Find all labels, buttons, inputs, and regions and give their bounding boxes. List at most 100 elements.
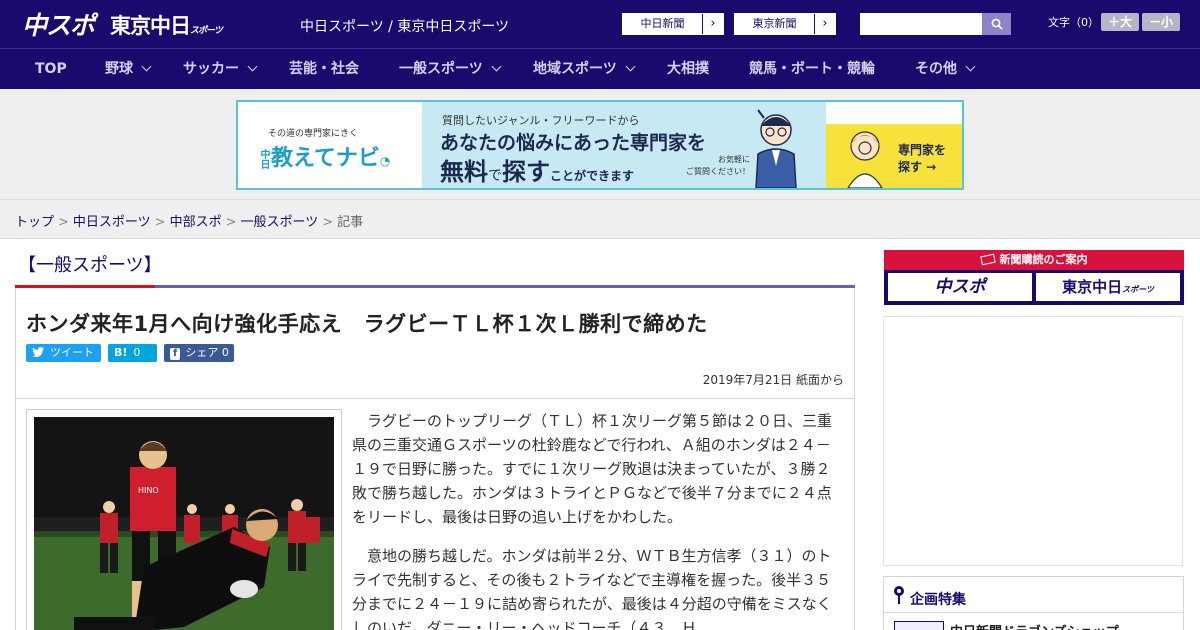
font-smaller-button[interactable]: －小: [1142, 13, 1180, 31]
nav-item-entertainment[interactable]: 芸能・社会: [289, 49, 359, 89]
expert-illustration-icon: [755, 109, 797, 188]
site-title-link[interactable]: 中日スポーツ / 東京中日スポーツ: [300, 16, 509, 36]
chevron-right-icon: ›: [710, 16, 716, 31]
ad-message-panel: 質問したいジャンル・フリーワードから あなたの悩みにあった専門家を 無料で探すこ…: [422, 102, 826, 188]
breadcrumb-link-top[interactable]: トップ: [15, 215, 54, 230]
woman-illustration-icon: [847, 131, 883, 188]
nav-item-general-sports[interactable]: 一般スポーツ: [399, 49, 502, 89]
ad-line-3: 無料で探すことができます: [440, 152, 634, 187]
nav-item-top[interactable]: TOP: [35, 49, 67, 89]
tokyo-logo-suffix: スポーツ: [190, 26, 223, 36]
breadcrumb-link-general-sports[interactable]: 一般スポーツ: [241, 215, 319, 230]
nav-label: 大相撲: [667, 61, 709, 77]
ad-line-3-de: で: [488, 168, 502, 184]
ad-line-1: 質問したいジャンル・フリーワードから: [442, 114, 640, 127]
paper-link-label: 東京新聞: [735, 14, 815, 34]
article-text: ラグビーのトップリーグ（ＴＬ）杯１次リーグ第５節は２０日、三重県の三重交通Ｇスポ…: [352, 409, 842, 630]
facebook-count: 0: [221, 346, 229, 359]
ad-cta-panel[interactable]: 専門家を 探す →: [826, 124, 962, 188]
nav-item-racing[interactable]: 競馬・ボート・競輪: [749, 49, 875, 89]
paper-link-label: 中日新聞: [623, 14, 703, 34]
dragons-shop-thumbnail[interactable]: [894, 621, 944, 630]
nav-item-baseball[interactable]: 野球: [105, 49, 152, 89]
facebook-share-label: シェア: [185, 346, 219, 359]
nav-item-soccer[interactable]: サッカー: [183, 49, 258, 89]
feature-box: 企画特集 中日新聞ドラゴンズショップ: [883, 576, 1184, 630]
ad-logo-panel: その道の専門家にきく 中日教えてナビ◔: [238, 102, 422, 188]
ad-line-3-free: 無料: [440, 158, 488, 186]
feature-title: 企画特集: [910, 592, 966, 608]
nav-label: その他: [915, 61, 957, 77]
speech-bubble-icon: ◔: [379, 154, 391, 168]
nav-label: 芸能・社会: [289, 61, 359, 77]
font-size-label: 文字（0）: [1048, 16, 1099, 29]
chevron-down-icon: [965, 61, 976, 72]
ad-area: その道の専門家にきく 中日教えてナビ◔ 質問したいジャンル・フリーワードから あ…: [0, 89, 1200, 200]
chevron-down-icon: [247, 61, 258, 72]
article-body: HINO ラグビーのトップリーグ（ＴＬ）杯１次リーグ第５節は２０日、三重県の三重…: [15, 399, 855, 630]
facebook-icon: f: [170, 348, 181, 360]
chevron-down-icon: [141, 61, 152, 72]
breadcrumb: トップ > 中日スポーツ > 中部スポ > 一般スポーツ > 記事: [15, 211, 363, 230]
svg-text:HINO: HINO: [138, 486, 159, 495]
nav-label: 地域スポーツ: [533, 61, 617, 77]
breadcrumb-separator: >: [225, 215, 237, 230]
font-larger-button[interactable]: ＋大: [1101, 13, 1139, 31]
subscribe-tokyo-suffix: スポーツ: [1122, 285, 1154, 294]
category-heading: 【一般スポーツ】: [18, 255, 162, 276]
dragons-shop-link[interactable]: 中日新聞ドラゴンズショップ: [950, 621, 1119, 630]
breadcrumb-current: 記事: [337, 215, 364, 230]
feature-header: 企画特集: [884, 577, 1183, 613]
subscription-title: 新聞購読のご案内: [999, 253, 1088, 266]
headline-box: ホンダ来年1月へ向け強化手応え ラグビーＴＬ杯１次Ｌ勝利で締めた ツイート B!…: [15, 288, 855, 399]
ad-line-3-possible: ことができます: [550, 169, 635, 183]
hatena-bookmark-button[interactable]: B! 0: [108, 344, 157, 362]
breadcrumb-bar: トップ > 中日スポーツ > 中部スポ > 一般スポーツ > 記事: [0, 200, 1200, 239]
nav-label: 競馬・ボート・競輪: [749, 61, 875, 77]
ad-line-3-search: 探す: [502, 158, 550, 186]
nav-label: 一般スポーツ: [399, 61, 483, 77]
subscription-header: 新聞購読のご案内: [884, 250, 1184, 270]
twitter-bird-icon: [32, 347, 44, 358]
breadcrumb-separator: >: [58, 215, 69, 230]
nav-label: サッカー: [183, 61, 239, 77]
rugby-match-photo[interactable]: HINO: [34, 417, 334, 630]
breadcrumb-separator: >: [322, 215, 334, 230]
chunichi-shimbun-link[interactable]: 中日新聞 ›: [622, 13, 724, 35]
tokyo-chunichi-logo[interactable]: 東京中日スポーツ: [110, 10, 223, 40]
article-photo-frame: HINO: [26, 409, 342, 630]
oshiete-navi-ad-banner[interactable]: その道の専門家にきく 中日教えてナビ◔ 質問したいジャンル・フリーワードから あ…: [236, 100, 964, 190]
search-button[interactable]: [982, 13, 1011, 35]
breadcrumb-separator: >: [154, 215, 166, 230]
tokyo-shimbun-link[interactable]: 東京新聞 ›: [734, 13, 836, 35]
chevron-down-icon: [625, 61, 636, 72]
sidebar-ad-slot: [883, 316, 1183, 566]
subscription-box: 新聞購読のご案内 中スポ 東京中日スポーツ: [884, 250, 1184, 305]
nav-item-other[interactable]: その他: [915, 49, 976, 89]
breadcrumb-link-chubu-supo[interactable]: 中部スポ: [170, 215, 222, 230]
nav-item-local-sports[interactable]: 地域スポーツ: [533, 49, 636, 89]
tweet-label: ツイート: [50, 346, 94, 359]
ticket-icon: [979, 253, 996, 266]
nav-item-sumo[interactable]: 大相撲: [667, 49, 709, 89]
chuspo-logo[interactable]: 中スポ: [22, 6, 95, 42]
chevron-down-icon: [491, 61, 502, 72]
ad-logo-main: 教えてナビ: [271, 146, 380, 171]
ad-logo-subtitle: その道の専門家にきく: [268, 129, 359, 139]
search-icon: [991, 18, 1003, 30]
article-headline: ホンダ来年1月へ向け強化手応え ラグビーＴＬ杯１次Ｌ勝利で締めた: [26, 312, 708, 336]
subscribe-chuspo-button[interactable]: 中スポ: [888, 273, 1032, 301]
breadcrumb-link-chunichi-sports[interactable]: 中日スポーツ: [73, 215, 151, 230]
tweet-button[interactable]: ツイート: [26, 344, 101, 362]
facebook-share-button[interactable]: f シェア 0: [164, 344, 234, 362]
main-nav: TOP 野球 サッカー 芸能・社会 一般スポーツ 地域スポーツ 大相撲 競馬・ボ…: [0, 48, 1200, 89]
top-header: 中スポ 東京中日スポーツ 中日スポーツ / 東京中日スポーツ 中日新聞 › 東京…: [0, 0, 1200, 48]
publication-date: 2019年7月21日 紙面から: [702, 373, 844, 387]
ad-cta-line-2: 探す →: [898, 160, 937, 174]
hatena-bookmark-icon: B!: [114, 346, 128, 359]
nav-label: 野球: [105, 61, 133, 77]
subscribe-tokyo-chunichi-button[interactable]: 東京中日スポーツ: [1036, 273, 1180, 301]
hatena-count: 0: [133, 346, 141, 359]
search-input[interactable]: [860, 13, 982, 35]
chevron-right-icon: ›: [822, 16, 828, 31]
